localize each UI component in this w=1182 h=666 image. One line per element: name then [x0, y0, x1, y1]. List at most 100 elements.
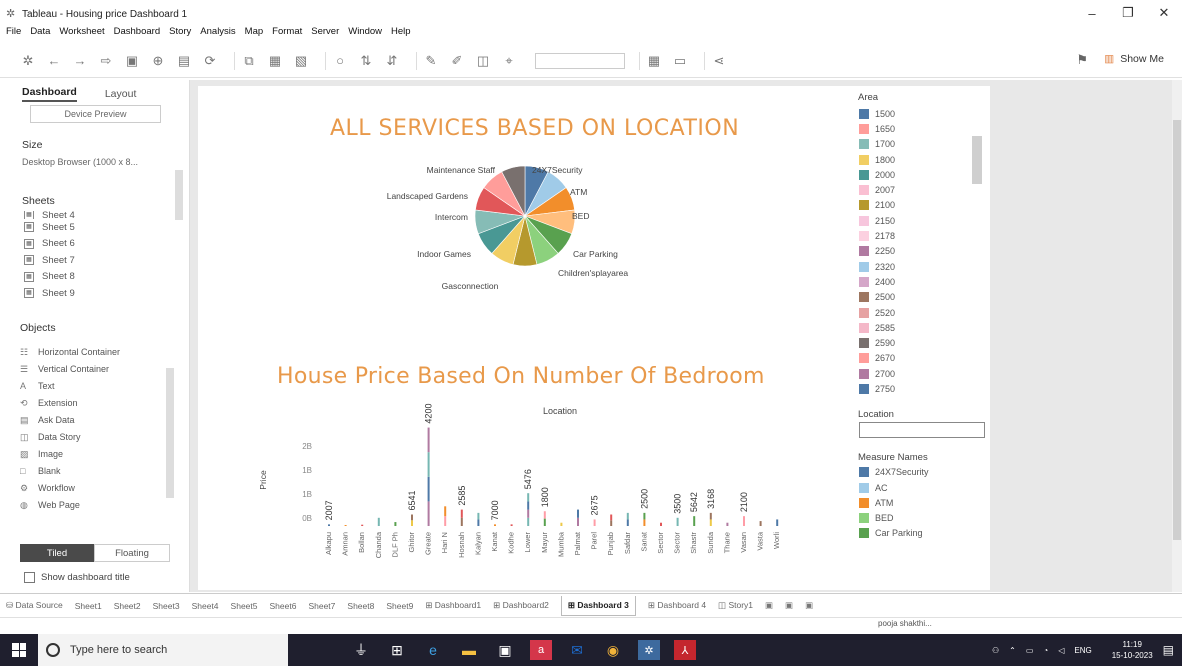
taskbar-search[interactable]: Type here to search: [38, 634, 288, 666]
menu-item-dashboard[interactable]: Dashboard: [114, 26, 160, 42]
sheet-tab[interactable]: Sheet7: [308, 601, 335, 611]
language-indicator[interactable]: ENG: [1074, 646, 1091, 655]
bar-segment[interactable]: [427, 452, 430, 477]
bar-segment[interactable]: [427, 427, 430, 453]
price-bar-chart[interactable]: Location Price 2B 1B 1B 0B 2007 6541 4200 2585…: [250, 400, 810, 590]
sheet-list-item[interactable]: ▦ Sheet 6: [0, 236, 189, 253]
area-legend-item[interactable]: 2100: [850, 198, 990, 213]
object-item[interactable]: ▤ Ask Data: [0, 412, 189, 429]
sheet-tab[interactable]: Sheet2: [114, 601, 141, 611]
battery-icon[interactable]: ▭: [1026, 646, 1034, 655]
sheet-tab[interactable]: ⛁ Data Source: [6, 600, 63, 611]
tiled-button[interactable]: Tiled: [20, 544, 94, 562]
bar-segment[interactable]: [560, 522, 563, 526]
object-item[interactable]: ▨ Image: [0, 446, 189, 463]
scroll-thumb[interactable]: [1173, 120, 1181, 540]
file-explorer-icon[interactable]: ▬: [458, 640, 480, 660]
sheet-tab[interactable]: ⊞ Dashboard1: [425, 600, 481, 611]
menu-item-help[interactable]: Help: [391, 26, 411, 42]
area-legend-item[interactable]: 2007: [850, 182, 990, 197]
wifi-icon[interactable]: ◔: [1043, 646, 1048, 655]
pdf-icon[interactable]: ⅄: [674, 640, 696, 660]
bar-segment[interactable]: [643, 512, 646, 520]
sheet-tab[interactable]: ⊞ Dashboard2: [493, 600, 549, 611]
area-legend-item[interactable]: 2320: [850, 259, 990, 274]
area-legend-item[interactable]: 2590: [850, 335, 990, 350]
menu-item-server[interactable]: Server: [311, 26, 339, 42]
bar-segment[interactable]: [726, 522, 729, 526]
scroll-thumb[interactable]: [972, 136, 982, 184]
bar-segment[interactable]: [577, 517, 579, 526]
sheet-list-item[interactable]: ▦ Sheet 5: [0, 219, 189, 236]
bar-segment[interactable]: [477, 519, 480, 526]
bar-segment[interactable]: [693, 516, 696, 526]
task-view-icon[interactable]: ⊞: [386, 640, 408, 660]
bar-segment[interactable]: [460, 517, 463, 526]
area-legend-item[interactable]: 2500: [850, 290, 990, 305]
sheets-scrollbar[interactable]: [175, 170, 183, 220]
object-item[interactable]: ⚙ Workflow: [0, 480, 189, 497]
menu-item-analysis[interactable]: Analysis: [200, 26, 235, 42]
chrome-icon[interactable]: ◉: [602, 640, 624, 660]
tableau-home-icon[interactable]: ✲: [20, 53, 36, 69]
save-icon[interactable]: ▣: [124, 53, 140, 69]
measure-legend-item[interactable]: AC: [850, 480, 990, 495]
refresh-icon[interactable]: ⟳: [202, 53, 218, 69]
fit-dropdown[interactable]: [535, 52, 625, 69]
bar-segment[interactable]: [709, 512, 712, 520]
store-icon[interactable]: ▣: [494, 640, 516, 660]
area-legend-item[interactable]: 2585: [850, 320, 990, 335]
sort-icon[interactable]: ○: [332, 53, 348, 68]
close-button[interactable]: ✕: [1146, 0, 1182, 26]
object-item[interactable]: ◫ Data Story: [0, 429, 189, 446]
bar-segment[interactable]: [527, 509, 530, 518]
bar-segment[interactable]: [676, 517, 679, 526]
clock[interactable]: 11:19 15-10-2023: [1102, 639, 1153, 661]
bar-segment[interactable]: [759, 521, 762, 526]
object-item[interactable]: ☰ Vertical Container: [0, 361, 189, 378]
minimize-button[interactable]: –: [1074, 0, 1110, 26]
notifications-icon[interactable]: ▤: [1163, 643, 1174, 657]
fix-axes-icon[interactable]: ◫: [475, 53, 491, 69]
bar-segment[interactable]: [743, 516, 745, 526]
bar-segment[interactable]: [394, 522, 397, 526]
sheet-tab[interactable]: ⊞ Dashboard 4: [648, 600, 706, 611]
bar-segment[interactable]: [444, 506, 447, 517]
bar-segment[interactable]: [527, 493, 530, 502]
bar-segment[interactable]: [610, 514, 613, 521]
menu-item-map[interactable]: Map: [245, 26, 263, 42]
tableau-taskbar-icon[interactable]: ✲: [638, 640, 660, 660]
sheet-tab[interactable]: ◫ Story1: [718, 600, 753, 611]
area-legend-item[interactable]: 1650: [850, 121, 990, 136]
labels-icon[interactable]: ✐: [449, 53, 465, 69]
measure-legend-item[interactable]: 24X7Security: [850, 465, 990, 480]
new-sheet-tab-icon[interactable]: ▣: [765, 600, 773, 611]
show-title-checkbox[interactable]: [24, 572, 35, 583]
volume-icon[interactable]: ◁: [1058, 646, 1064, 655]
area-legend-item[interactable]: 2250: [850, 244, 990, 259]
app-icon[interactable]: a: [530, 640, 552, 660]
tray-chevron-icon[interactable]: ⌃: [1009, 646, 1016, 655]
bar-segment[interactable]: [510, 524, 513, 526]
sort-asc-icon[interactable]: ⇅: [358, 53, 374, 69]
user-dropdown[interactable]: pooja shakthi...: [878, 619, 932, 628]
tab-layout[interactable]: Layout: [105, 88, 137, 102]
format-icon[interactable]: ▦: [267, 53, 283, 69]
new-story-tab-icon[interactable]: ▣: [805, 600, 813, 611]
menu-item-window[interactable]: Window: [348, 26, 382, 42]
bar-segment[interactable]: [527, 501, 530, 510]
sheet-list-item[interactable]: ▦ Sheet 7: [0, 252, 189, 269]
area-legend-item[interactable]: 2750: [850, 381, 990, 396]
paint-brush-icon[interactable]: ⚑: [1076, 52, 1088, 68]
clear-icon[interactable]: ▧: [293, 53, 309, 69]
sheet-tab[interactable]: Sheet9: [386, 601, 413, 611]
area-legend-item[interactable]: 1700: [850, 137, 990, 152]
bar-segment[interactable]: [626, 519, 629, 526]
canvas-scrollbar[interactable]: [1172, 80, 1182, 592]
services-pie-chart[interactable]: Maintenance Staff 24X7Security ATM BED Car P…: [360, 150, 680, 320]
maximize-button[interactable]: ❐: [1110, 0, 1146, 26]
measure-legend-item[interactable]: ATM: [850, 495, 990, 510]
edge-icon[interactable]: e: [422, 640, 444, 660]
area-legend-item[interactable]: 2178: [850, 228, 990, 243]
pin-icon[interactable]: ⌖: [501, 53, 517, 69]
